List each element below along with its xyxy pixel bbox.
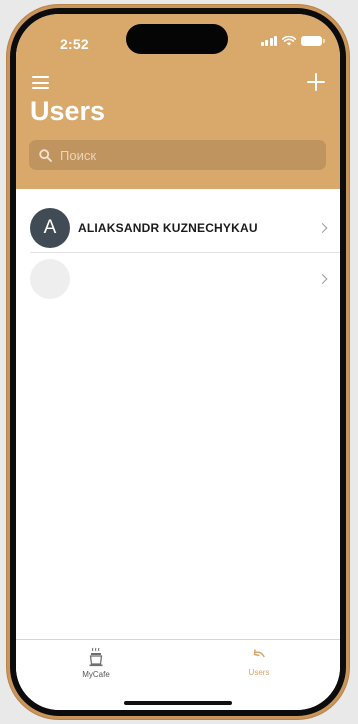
search-bar[interactable] [29,140,326,170]
phone-bezel: 2:52 Users Поиск A ALIAKSANDR KUZNECHYKA… [10,8,346,716]
battery-icon [301,36,325,46]
status-icons [260,36,325,46]
wifi-icon [282,36,296,46]
search-icon [39,148,52,162]
search-input[interactable] [60,147,300,163]
user-list-item[interactable]: A ALIAKSANDR KUZNECHYKAU [16,202,340,253]
undo-arrow-icon [253,649,265,658]
user-list-item[interactable] [16,253,340,304]
tab-users[interactable]: Users [219,647,299,677]
header: 2:52 Users [16,14,340,189]
avatar-placeholder [30,258,70,299]
tab-mycafe[interactable]: MyCafe [56,647,136,679]
chevron-right-icon [317,222,328,233]
cellular-signal-icon [260,36,277,46]
add-user-button[interactable] [306,72,326,92]
status-time: 2:52 [60,36,89,52]
hamburger-menu-icon[interactable] [32,76,49,89]
tab-label: MyCafe [82,670,110,679]
dynamic-island [126,24,228,54]
tab-label: Users [248,668,270,677]
page-title: Users [30,96,106,126]
app-screen: 2:52 Users Поиск A ALIAKSANDR KUZNECHYKA… [16,14,340,710]
tab-bar: MyCafe Users [16,639,340,710]
avatar: A [30,207,70,248]
home-indicator [124,701,232,705]
coffee-cup-icon [89,647,103,667]
phone-frame: 2:52 Users Поиск A ALIAKSANDR KUZNECHYKA… [7,5,349,719]
chevron-right-icon [317,273,328,284]
users-list: A ALIAKSANDR KUZNECHYKAU [16,189,340,304]
user-name: ALIAKSANDR KUZNECHYKAU [78,220,258,235]
